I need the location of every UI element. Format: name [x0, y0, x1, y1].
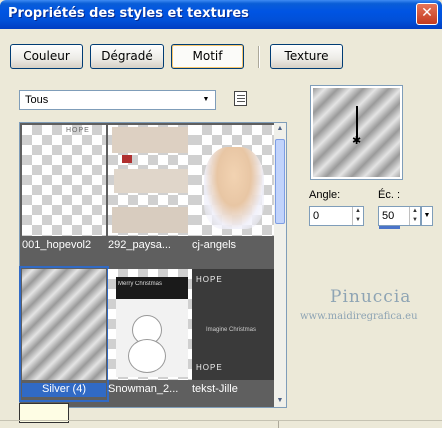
scale-label: Éc. :	[378, 189, 401, 201]
tab-motif[interactable]: Motif	[171, 44, 244, 69]
scroll-thumb[interactable]	[275, 139, 285, 224]
angle-down-icon[interactable]: ▼	[355, 217, 361, 223]
pattern-label: 292_paysa...	[108, 239, 171, 251]
scale-slider-toggle[interactable]: ▼	[421, 206, 433, 226]
watermark-name: Pinuccia	[330, 287, 412, 307]
close-button[interactable]: ✕	[416, 3, 438, 25]
title-bar[interactable]: Propriétés des styles et textures ✕	[0, 0, 442, 29]
scale-up-icon[interactable]: ▲	[412, 208, 418, 214]
scale-stepper[interactable]: ▲ ▼	[409, 207, 420, 225]
pattern-item[interactable]: cj-angels	[192, 125, 276, 255]
scroll-down-icon[interactable]: ▼	[274, 395, 286, 407]
angle-label: Angle:	[309, 189, 341, 201]
pattern-preview[interactable]: ✱	[310, 85, 403, 180]
list-view-icon[interactable]	[234, 91, 247, 106]
pattern-item[interactable]: HOPE Imagine Christmas HOPE tekst-Jille	[192, 269, 276, 399]
angle-handle-icon[interactable]: ✱	[352, 136, 361, 147]
scroll-up-icon[interactable]: ▲	[274, 123, 286, 135]
status-divider	[0, 420, 442, 421]
pattern-item[interactable]: Merry Christmas Snowman_2...	[108, 269, 192, 399]
angle-stepper[interactable]: ▲ ▼	[352, 207, 363, 225]
pattern-label: Silver (4)	[22, 383, 106, 397]
thumb-hope-text: HOPE	[196, 363, 223, 372]
tab-separator	[258, 46, 260, 68]
tab-couleur[interactable]: Couleur	[10, 44, 83, 69]
category-select[interactable]: Tous ▼	[19, 90, 216, 110]
thumb-imagine-text: Imagine Christmas	[206, 327, 257, 333]
pattern-thumbnail	[22, 269, 106, 380]
pattern-label: tekst-Jille	[192, 383, 238, 395]
watermark-url: www.maidiregrafica.eu	[300, 311, 418, 322]
pattern-grid[interactable]: HOPE 001_hopevol2 292_paysa... cj-angels…	[19, 122, 287, 408]
angle-up-icon[interactable]: ▲	[355, 208, 361, 214]
pattern-item-selected[interactable]: Silver (4)	[19, 266, 109, 402]
status-separator	[278, 421, 279, 428]
pattern-item[interactable]: 292_paysa...	[108, 125, 192, 255]
window-title: Propriétés des styles et textures	[8, 6, 249, 21]
chevron-down-icon[interactable]: ▼	[198, 92, 214, 108]
angle-spinner[interactable]: 0 ▲ ▼	[309, 206, 364, 226]
scale-down-icon[interactable]: ▼	[412, 217, 418, 223]
category-value: Tous	[25, 94, 49, 106]
thumb-tree-text: Merry Christmas	[118, 281, 163, 287]
scale-level-bar	[379, 226, 400, 229]
scale-spinner[interactable]: 50 ▲ ▼	[378, 206, 421, 226]
pattern-label: cj-angels	[192, 239, 237, 251]
thumb-hope-text: HOPE	[66, 127, 90, 134]
pattern-thumbnail: HOPE Imagine Christmas HOPE	[192, 269, 276, 380]
pattern-item[interactable]: HOPE 001_hopevol2	[22, 125, 106, 255]
pattern-thumbnail	[192, 125, 276, 236]
pattern-thumbnail	[108, 125, 192, 236]
tab-texture[interactable]: Texture	[270, 44, 343, 69]
thumb-hope-text: HOPE	[196, 275, 223, 284]
pattern-label: Snowman_2...	[108, 383, 179, 395]
scale-value: 50	[382, 210, 395, 222]
tab-degrade[interactable]: Dégradé	[90, 44, 164, 69]
pattern-thumbnail: Merry Christmas	[108, 269, 192, 380]
pattern-thumbnail: HOPE	[22, 125, 106, 236]
grid-scrollbar[interactable]: ▲ ▼	[274, 123, 286, 407]
angle-value: 0	[313, 210, 320, 222]
pattern-label: 001_hopevol2	[22, 239, 92, 251]
